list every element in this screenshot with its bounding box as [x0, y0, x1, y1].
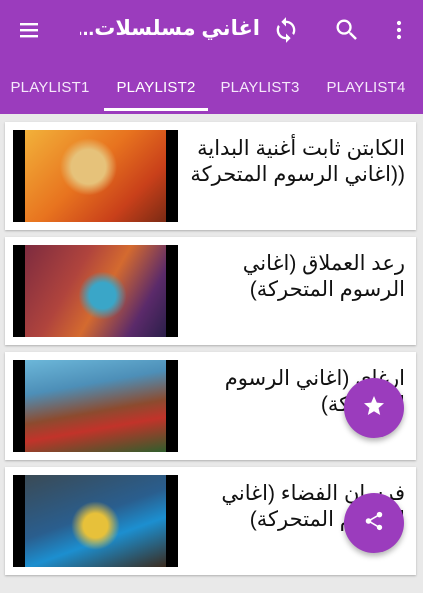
- star-icon: [362, 394, 386, 423]
- video-title: الكابتن ثابت أغنية البداية ((اغاني الرسو…: [190, 137, 405, 186]
- menu-icon[interactable]: [11, 12, 47, 48]
- more-vert-icon[interactable]: [381, 12, 417, 48]
- refresh-icon[interactable]: [268, 12, 304, 48]
- playlist-tabs: PLAYLIST1 PLAYLIST2 PLAYLIST3 PLAYLIST4: [0, 70, 423, 110]
- video-thumbnail[interactable]: [13, 245, 178, 337]
- app-title: اغاني مسلسلات...: [80, 17, 260, 40]
- tab-playlist2[interactable]: PLAYLIST2: [104, 70, 208, 110]
- video-thumbnail[interactable]: [13, 130, 178, 222]
- video-card[interactable]: الكابتن ثابت أغنية البداية ((اغاني الرسو…: [5, 122, 416, 230]
- tab-indicator: [104, 108, 208, 111]
- share-fab-button[interactable]: [344, 493, 404, 553]
- video-thumbnail[interactable]: [13, 475, 178, 567]
- tab-playlist3[interactable]: PLAYLIST3: [210, 70, 310, 110]
- video-card[interactable]: رعد العملاق (اغاني الرسوم المتحركة): [5, 237, 416, 345]
- toolbar: اغاني مسلسلات...: [0, 0, 423, 62]
- video-thumbnail[interactable]: [13, 360, 178, 452]
- share-icon: [363, 510, 385, 537]
- video-title: رعد العملاق (اغاني الرسوم المتحركة): [242, 252, 405, 301]
- app-bar: اغاني مسلسلات... PLAYLIST1 PLAYLIST2 PLA…: [0, 0, 423, 114]
- tab-playlist1[interactable]: PLAYLIST1: [2, 70, 98, 110]
- tab-playlist4[interactable]: PLAYLIST4: [316, 70, 416, 110]
- search-icon[interactable]: [329, 12, 365, 48]
- favorite-fab-button[interactable]: [344, 378, 404, 438]
